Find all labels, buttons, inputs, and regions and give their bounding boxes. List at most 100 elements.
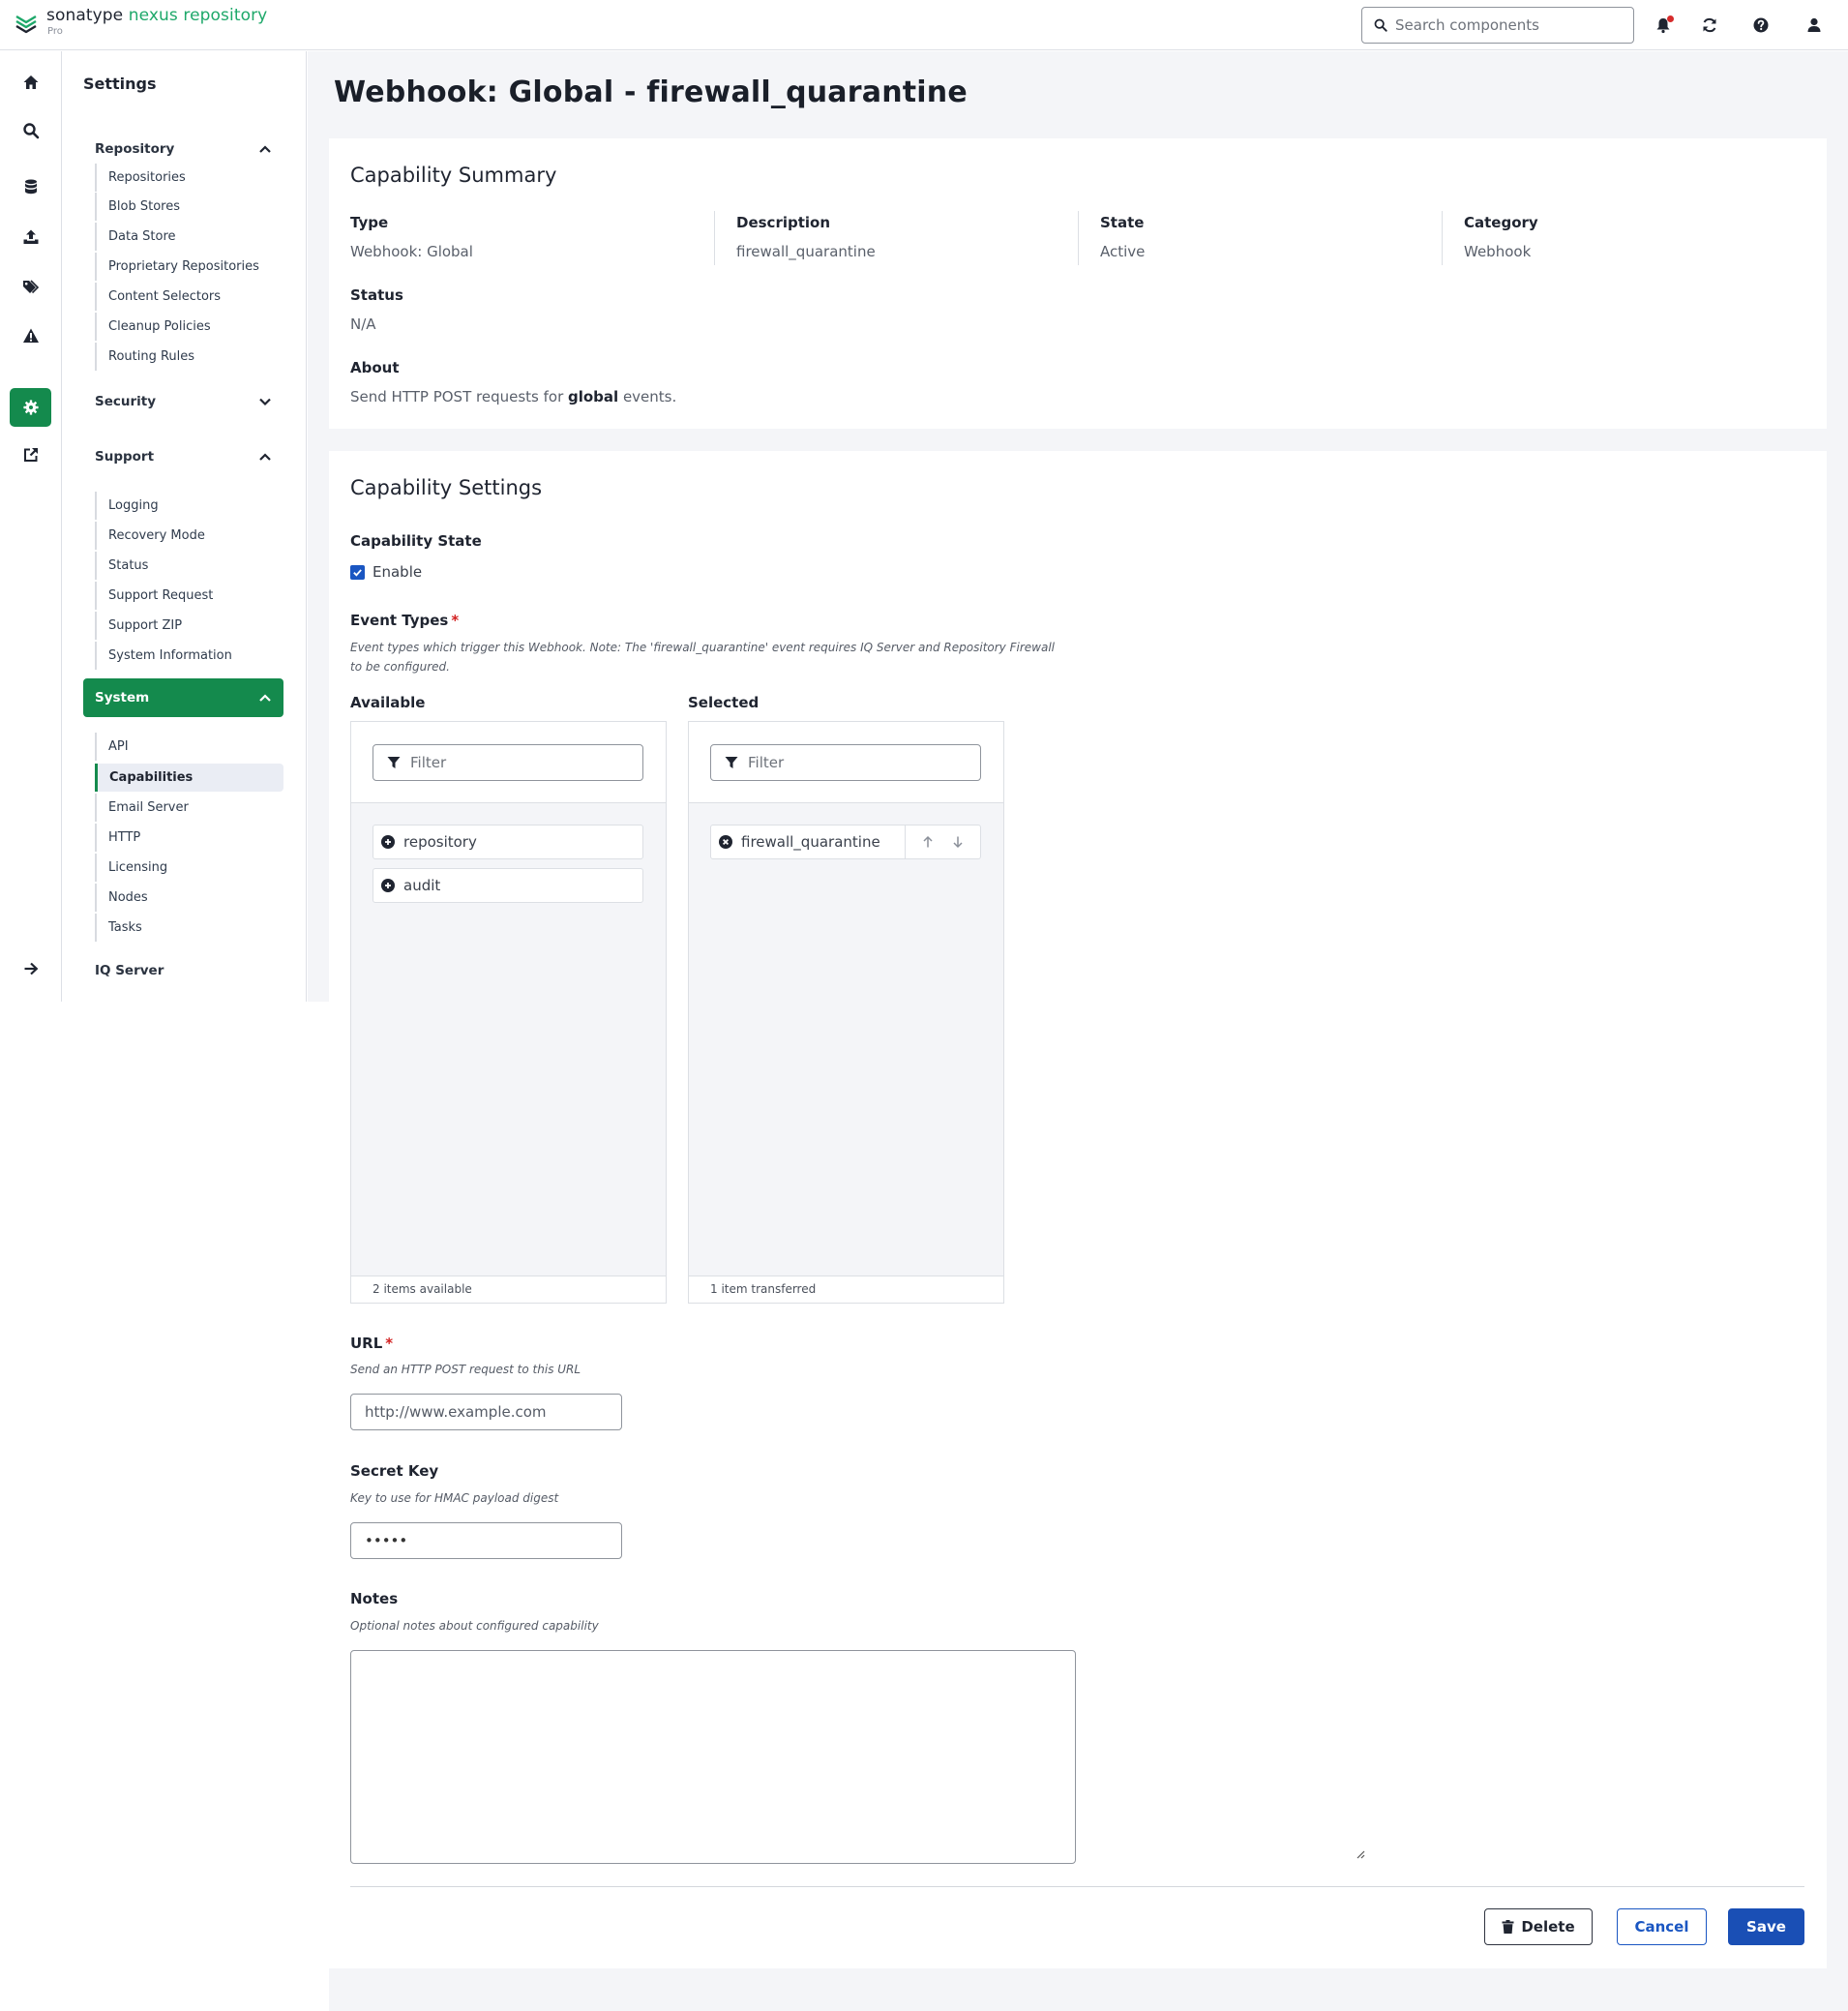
help-icon [1753, 17, 1769, 33]
resize-handle-icon[interactable] [1356, 1849, 1365, 1859]
url-input[interactable] [350, 1394, 622, 1430]
selected-filter-input[interactable] [748, 754, 961, 771]
nav-group-security[interactable]: Security [83, 382, 283, 421]
home-button[interactable] [10, 63, 51, 102]
nav-item-support-request[interactable]: Support Request [95, 582, 283, 610]
nav-item-cleanup-policies[interactable]: Cleanup Policies [95, 313, 283, 341]
nav-item-content-selectors[interactable]: Content Selectors [95, 283, 283, 311]
arrow-right-icon [24, 962, 38, 975]
selected-item-firewall-quarantine[interactable]: firewall_quarantine [710, 825, 981, 859]
nav-item-nodes[interactable]: Nodes [95, 884, 283, 912]
user-icon [1807, 17, 1821, 32]
capability-settings-card: Capability Settings Capability State Ena… [329, 451, 1827, 1968]
nav-item-licensing[interactable]: Licensing [95, 854, 283, 882]
delete-label: Delete [1521, 1918, 1575, 1936]
available-filter-input[interactable] [410, 754, 623, 771]
secret-key-input[interactable] [350, 1522, 622, 1559]
browse-search-button[interactable] [10, 111, 51, 150]
refresh-button[interactable] [1697, 13, 1722, 38]
nav-item-routing-rules[interactable]: Routing Rules [95, 343, 283, 371]
search-input[interactable] [1395, 16, 1618, 34]
summary-category: Category Webhook [1464, 214, 1538, 284]
available-footer: 2 items available [351, 1276, 666, 1303]
nav-item-tasks[interactable]: Tasks [95, 914, 283, 942]
summary-status-label: Status [350, 286, 403, 304]
selected-list: firewall_quarantine 1 item transferred [688, 721, 1004, 1304]
nav-item-blob-stores[interactable]: Blob Stores [95, 193, 283, 221]
event-types-label: Event Types * [350, 612, 459, 629]
notes-textarea[interactable] [350, 1650, 1076, 1864]
nav-group-support[interactable]: Support [83, 437, 283, 476]
nav-item-proprietary-repositories[interactable]: Proprietary Repositories [95, 253, 283, 281]
selected-list-header [689, 722, 1003, 803]
nav-item-support-zip[interactable]: Support ZIP [95, 612, 283, 640]
selected-footer: 1 item transferred [689, 1276, 1003, 1303]
nav-group-repository[interactable]: Repository [83, 130, 283, 168]
nav-item-repositories[interactable]: Repositories [95, 164, 283, 192]
upload-icon [23, 229, 38, 244]
check-icon [353, 568, 362, 577]
icon-rail [0, 51, 62, 1002]
nav-item-recovery-mode[interactable]: Recovery Mode [95, 522, 283, 550]
secret-key-label: Secret Key [350, 1462, 439, 1480]
nav-group-label: Security [95, 394, 157, 409]
summary-state: State Active [1100, 214, 1145, 284]
notes-label: Notes [350, 1590, 399, 1607]
nav-item-capabilities[interactable]: Capabilities [95, 764, 283, 792]
edition-label: Pro [47, 26, 63, 37]
available-filter[interactable] [373, 744, 643, 781]
cancel-button[interactable]: Cancel [1617, 1908, 1707, 1945]
summary-state-value: Active [1100, 243, 1146, 260]
remove-icon[interactable] [719, 835, 732, 849]
nav-item-status[interactable]: Status [95, 552, 283, 580]
about-text: events. [618, 388, 677, 405]
event-types-help: Event types which trigger this Webhook. … [350, 641, 1055, 674]
top-bar: sonatype nexus repository Pro [0, 0, 1848, 50]
available-list-body: repository audit [351, 803, 666, 1276]
malware-risk-button[interactable] [10, 316, 51, 355]
product-name: nexus repository [128, 6, 268, 25]
nav-item-http[interactable]: HTTP [95, 824, 283, 852]
chevron-down-icon [259, 398, 271, 406]
nav-item-email-server[interactable]: Email Server [95, 794, 283, 822]
url-label-text: URL [350, 1335, 383, 1352]
arrow-up-icon[interactable] [921, 835, 935, 849]
settings-button[interactable] [10, 388, 51, 427]
notifications-button[interactable] [1651, 13, 1676, 38]
nav-item-api[interactable]: API [95, 733, 283, 761]
save-button[interactable]: Save [1728, 1908, 1804, 1945]
user-button[interactable] [1802, 13, 1827, 38]
add-icon[interactable] [381, 835, 395, 849]
nav-group-system[interactable]: System [83, 678, 283, 717]
capability-summary-card: Capability Summary Type Webhook: Global … [329, 138, 1827, 429]
summary-category-value: Webhook [1464, 243, 1532, 260]
home-icon [23, 75, 38, 89]
database-icon [24, 179, 37, 195]
nav-item-iq-server[interactable]: IQ Server [95, 963, 164, 978]
trash-icon [1502, 1920, 1514, 1934]
external-link-button[interactable] [10, 435, 51, 474]
logo[interactable]: sonatype nexus repository Pro [14, 8, 267, 37]
footer-divider [350, 1886, 1804, 1887]
available-item-repository[interactable]: repository [373, 825, 643, 859]
help-button[interactable] [1748, 13, 1773, 38]
browse-button[interactable] [10, 167, 51, 206]
collapse-sidebar-button[interactable] [10, 949, 51, 988]
add-icon[interactable] [381, 879, 395, 892]
capability-state-label: Capability State [350, 532, 482, 550]
chevron-up-icon [259, 145, 271, 153]
enable-checkbox-row[interactable]: Enable [350, 563, 422, 581]
delete-button[interactable]: Delete [1484, 1908, 1593, 1945]
arrow-down-icon[interactable] [951, 835, 965, 849]
upload-button[interactable] [10, 218, 51, 256]
selected-list-body: firewall_quarantine [689, 803, 1003, 1276]
tags-button[interactable] [10, 268, 51, 307]
required-marker: * [451, 612, 460, 629]
nav-item-data-store[interactable]: Data Store [95, 223, 283, 251]
search-box[interactable] [1361, 7, 1634, 44]
selected-filter[interactable] [710, 744, 981, 781]
nav-item-logging[interactable]: Logging [95, 492, 283, 520]
enable-checkbox[interactable] [350, 564, 365, 580]
available-item-audit[interactable]: audit [373, 868, 643, 903]
nav-item-system-information[interactable]: System Information [95, 642, 283, 670]
